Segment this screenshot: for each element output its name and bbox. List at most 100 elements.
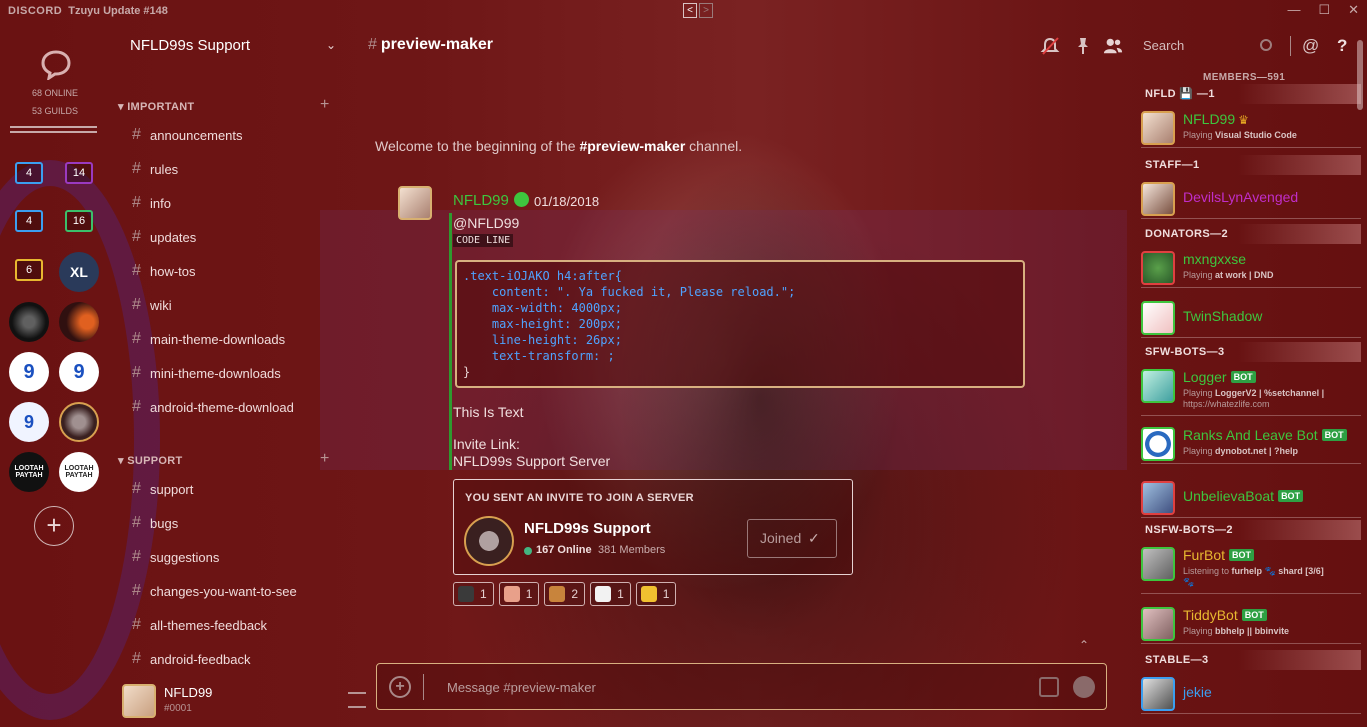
role-header: SFW-BOTS—3 [1137, 342, 1361, 362]
reaction[interactable]: 2 [544, 582, 586, 606]
member-name: FurBot BOT [1183, 547, 1255, 563]
members-icon[interactable] [1103, 36, 1123, 56]
message-text: Invite Link: [453, 436, 520, 452]
user-panel: NFLD99 #0001 [122, 682, 366, 722]
guild-folder[interactable]: 6 [15, 259, 43, 281]
guild-icon[interactable]: 9 [59, 352, 99, 392]
avatar [1141, 111, 1175, 145]
channel-android-theme-download[interactable]: # android-theme-download [132, 398, 294, 416]
guild-icon[interactable]: 9 [9, 352, 49, 392]
message-input[interactable]: Message #preview-maker [447, 680, 596, 695]
joined-button[interactable]: Joined ✓ [747, 519, 837, 558]
reaction[interactable]: 1 [498, 582, 540, 606]
guild-icon[interactable]: 9 [9, 402, 49, 442]
server-name[interactable]: NFLD99s Support [130, 37, 250, 54]
member-name: jekie [1183, 684, 1212, 700]
channel-android-feedback[interactable]: # android-feedback [132, 650, 250, 668]
settings-icon[interactable] [348, 692, 366, 708]
add-channel-icon[interactable]: + [320, 450, 329, 468]
channel-support[interactable]: # support [132, 480, 193, 498]
close-button[interactable]: ✕ [1348, 2, 1359, 18]
channel-main-theme-downloads[interactable]: # main-theme-downloads [132, 330, 285, 348]
channel-bugs[interactable]: # bugs [132, 514, 178, 532]
avatar [1141, 251, 1175, 285]
member-item[interactable]: Logger BOT Playing LoggerV2 | %setchannel… [1141, 364, 1361, 416]
member-list-scrollbar[interactable] [1357, 40, 1363, 110]
avatar [1141, 547, 1175, 581]
guild-folder[interactable]: 4 [15, 210, 43, 232]
channel-updates[interactable]: # updates [132, 228, 196, 246]
chevron-up-icon[interactable]: ⌃ [1079, 638, 1089, 652]
member-item[interactable]: DevilsLynAvenged [1141, 177, 1361, 219]
guild-icon-lootah[interactable]: LOOTAH PAYTAH [9, 452, 49, 492]
help-icon[interactable]: ? [1337, 36, 1357, 56]
search-icon [1260, 39, 1272, 51]
divider [1290, 36, 1291, 56]
member-status: Playing dynobot.net | ?help [1183, 446, 1299, 456]
server-icon[interactable] [464, 516, 514, 566]
member-name: NFLD99 ♛ [1183, 111, 1249, 127]
guild-folder[interactable]: 14 [65, 162, 93, 184]
channel-how-tos[interactable]: # how-tos [132, 262, 196, 280]
guild-icon[interactable] [9, 302, 49, 342]
guild-icon-lootah[interactable]: LOOTAH PAYTAH [59, 452, 99, 492]
reaction[interactable]: 1 [590, 582, 631, 606]
chevron-down-icon[interactable]: ⌄ [326, 38, 336, 52]
reaction[interactable]: 1 [635, 582, 677, 606]
member-item[interactable]: Ranks And Leave Bot BOT Playing dynobot.n… [1141, 422, 1361, 464]
channel-info[interactable]: # info [132, 194, 171, 212]
back-button[interactable]: < [683, 3, 697, 18]
emoji-picker-icon[interactable] [1073, 676, 1095, 698]
maximize-button[interactable]: ☐ [1318, 2, 1330, 18]
guild-folder[interactable]: 16 [65, 210, 93, 232]
avatar[interactable] [398, 186, 432, 220]
channel-announcements[interactable]: # announcements [132, 126, 243, 144]
channel-sidebar: NFLD99s Support ⌄ ▾ IMPORTANT + # announc… [110, 22, 366, 727]
member-status-line2: https://whatezlife.com [1183, 399, 1270, 409]
mute-bell-icon[interactable] [1040, 36, 1060, 56]
avatar [1141, 677, 1175, 711]
online-count: 68 ONLINE [31, 88, 79, 98]
member-item[interactable]: FurBot BOT Listening to furhelp 🐾 shard [… [1141, 542, 1361, 594]
avatar[interactable] [122, 684, 156, 718]
avatar [1141, 182, 1175, 216]
member-name: TiddyBot BOT [1183, 607, 1267, 623]
search-input[interactable]: Search [1135, 34, 1265, 58]
checkmark-icon: ✓ [808, 530, 820, 546]
add-server-button[interactable]: + [34, 506, 74, 546]
member-item[interactable]: UnbelievaBoat BOT [1141, 476, 1361, 518]
member-item[interactable]: TwinShadow [1141, 296, 1361, 338]
minimize-button[interactable]: — [1287, 2, 1300, 18]
category-support[interactable]: ▾ SUPPORT [118, 454, 182, 467]
forward-button[interactable]: > [699, 3, 713, 18]
channel-title: # preview-maker [368, 36, 493, 53]
channel-changes-you-want-to-see[interactable]: # changes-you-want-to-see [132, 582, 297, 600]
channel-all-themes-feedback[interactable]: # all-themes-feedback [132, 616, 267, 634]
pin-icon[interactable] [1073, 36, 1093, 56]
channel-mini-theme-downloads[interactable]: # mini-theme-downloads [132, 364, 281, 382]
channel-rules[interactable]: # rules [132, 160, 178, 178]
member-count: MEMBERS—591 [1203, 72, 1286, 83]
upload-button[interactable]: + [389, 676, 411, 698]
mentions-icon[interactable]: @ [1302, 36, 1322, 56]
message-author[interactable]: NFLD99 [453, 192, 509, 209]
gif-icon[interactable] [1039, 677, 1059, 697]
guild-icon-xl[interactable]: XL [59, 252, 99, 292]
guild-icon-nfld99s[interactable] [59, 402, 99, 442]
guild-folder[interactable]: 4 [15, 162, 43, 184]
channel-suggestions[interactable]: # suggestions [132, 548, 219, 566]
chat-bubble-icon[interactable] [40, 48, 72, 80]
user-mention[interactable]: @NFLD99 [453, 215, 519, 231]
role-header: STAFF—1 [1137, 155, 1361, 175]
guild-icon[interactable] [59, 302, 99, 342]
add-channel-icon[interactable]: + [320, 96, 329, 114]
category-important[interactable]: ▾ IMPORTANT [118, 100, 194, 113]
member-item[interactable]: TiddyBot BOT Playing bbhelp || bbinvite [1141, 602, 1361, 644]
member-item[interactable]: mxngxxse Playing at work | DND [1141, 246, 1361, 288]
member-item[interactable]: NFLD99 ♛ Playing Visual Studio Code [1141, 106, 1361, 148]
channel-wiki[interactable]: # wiki [132, 296, 172, 314]
invite-server-name[interactable]: NFLD99s Support [524, 520, 651, 537]
member-item[interactable]: jekie [1141, 672, 1361, 714]
reaction[interactable]: 1 [453, 582, 494, 606]
discord-logo: DISCORD [8, 5, 63, 17]
